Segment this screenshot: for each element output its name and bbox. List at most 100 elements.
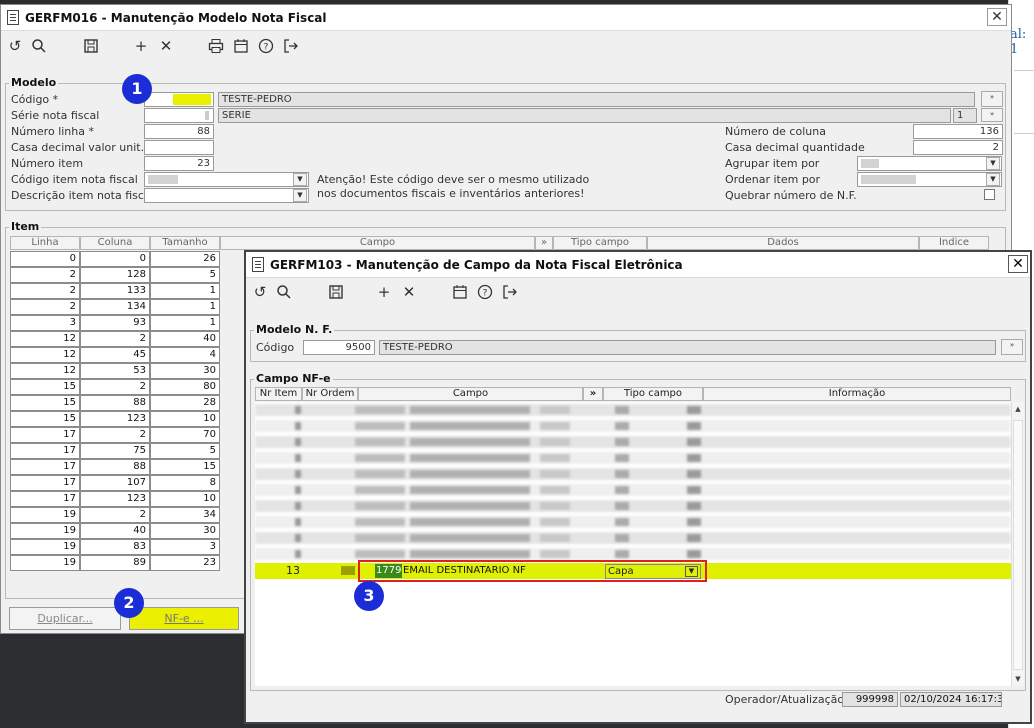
item-cell[interactable]: 3 bbox=[10, 315, 80, 331]
undo-icon[interactable]: ↺ bbox=[5, 36, 25, 56]
numero-linha-input[interactable]: 88 bbox=[144, 124, 214, 139]
item-cell[interactable]: 133 bbox=[80, 283, 150, 299]
selected-tipo-field[interactable]: Capa ▼ bbox=[605, 564, 701, 579]
item-cell[interactable]: 5 bbox=[150, 443, 220, 459]
item-col-dados[interactable]: Dados bbox=[647, 236, 919, 250]
nfe-redacted-row[interactable] bbox=[255, 532, 1011, 544]
nfe-col-nr-item[interactable]: Nr Item bbox=[255, 387, 302, 401]
item-cell[interactable]: 107 bbox=[80, 475, 150, 491]
close-button[interactable]: ✕ bbox=[987, 8, 1007, 26]
item-cell[interactable]: 19 bbox=[10, 523, 80, 539]
item-cell[interactable]: 8 bbox=[150, 475, 220, 491]
item-cell[interactable]: 1 bbox=[150, 299, 220, 315]
serie-input[interactable] bbox=[144, 108, 214, 123]
add-icon[interactable]: + bbox=[374, 282, 394, 302]
item-col-tipo[interactable]: Tipo campo bbox=[553, 236, 647, 250]
item-cell[interactable]: 45 bbox=[80, 347, 150, 363]
item-cell[interactable]: 4 bbox=[150, 347, 220, 363]
item-col-campo[interactable]: Campo bbox=[220, 236, 535, 250]
item-cell[interactable]: 83 bbox=[80, 539, 150, 555]
item-cell[interactable]: 40 bbox=[80, 523, 150, 539]
item-cell[interactable]: 23 bbox=[150, 555, 220, 571]
item-cell[interactable]: 15 bbox=[10, 379, 80, 395]
nfe-redacted-row[interactable] bbox=[255, 452, 1011, 464]
item-col-expand[interactable]: » bbox=[535, 236, 553, 250]
item-cell[interactable]: 2 bbox=[10, 299, 80, 315]
item-cell[interactable]: 1 bbox=[150, 315, 220, 331]
item-cell[interactable]: 17 bbox=[10, 475, 80, 491]
item-cell[interactable]: 53 bbox=[80, 363, 150, 379]
item-cell[interactable]: 30 bbox=[150, 523, 220, 539]
nfe-redacted-row[interactable] bbox=[255, 516, 1011, 528]
save-icon[interactable] bbox=[326, 282, 346, 302]
item-col-indice[interactable]: Índice bbox=[919, 236, 989, 250]
item-cell[interactable]: 15 bbox=[10, 411, 80, 427]
casa-decimal-qtd-input[interactable]: 2 bbox=[913, 140, 1003, 155]
item-cell[interactable]: 12 bbox=[10, 363, 80, 379]
nfe-redacted-row[interactable] bbox=[255, 548, 1011, 560]
descricao-item-select[interactable] bbox=[144, 188, 309, 203]
nfe-redacted-row[interactable] bbox=[255, 436, 1011, 448]
item-cell[interactable]: 17 bbox=[10, 491, 80, 507]
agrupar-select[interactable] bbox=[857, 156, 1002, 171]
item-cell[interactable]: 70 bbox=[150, 427, 220, 443]
item-cell[interactable]: 89 bbox=[80, 555, 150, 571]
item-cell[interactable]: 30 bbox=[150, 363, 220, 379]
item-cell[interactable]: 3 bbox=[150, 539, 220, 555]
item-cell[interactable]: 2 bbox=[80, 379, 150, 395]
calendar-icon[interactable] bbox=[450, 282, 470, 302]
item-cell[interactable]: 134 bbox=[80, 299, 150, 315]
item-col-tamanho[interactable]: Tamanho bbox=[150, 236, 220, 250]
item-cell[interactable]: 2 bbox=[10, 267, 80, 283]
nfe-button[interactable]: NF-e ... bbox=[129, 607, 239, 630]
item-cell[interactable]: 10 bbox=[150, 411, 220, 427]
item-cell[interactable]: 123 bbox=[80, 491, 150, 507]
numero-item-input[interactable]: 23 bbox=[144, 156, 214, 171]
chevron-down-icon[interactable]: ▼ bbox=[685, 566, 698, 577]
item-cell[interactable]: 15 bbox=[10, 395, 80, 411]
chevron-down-icon[interactable]: ▼ bbox=[986, 157, 1000, 170]
nf-codigo-input[interactable]: 9500 bbox=[303, 340, 375, 355]
item-cell[interactable]: 10 bbox=[150, 491, 220, 507]
item-cell[interactable]: 2 bbox=[80, 427, 150, 443]
item-cell[interactable]: 0 bbox=[10, 251, 80, 267]
item-cell[interactable]: 5 bbox=[150, 267, 220, 283]
chevron-down-icon[interactable]: ▼ bbox=[293, 173, 307, 186]
delete-icon[interactable]: ✕ bbox=[156, 36, 176, 56]
codigo-item-select[interactable] bbox=[144, 172, 309, 187]
ordenar-select[interactable] bbox=[857, 172, 1002, 187]
item-cell[interactable]: 34 bbox=[150, 507, 220, 523]
duplicar-button[interactable]: Duplicar... bbox=[9, 607, 121, 630]
item-cell[interactable]: 1 bbox=[150, 283, 220, 299]
nfe-col-informacao[interactable]: Informação bbox=[703, 387, 1011, 401]
casa-decimal-valor-input[interactable] bbox=[144, 140, 214, 155]
nfe-redacted-row[interactable] bbox=[255, 420, 1011, 432]
item-col-linha[interactable]: Linha bbox=[10, 236, 80, 250]
item-cell[interactable]: 19 bbox=[10, 507, 80, 523]
nfe-redacted-row[interactable] bbox=[255, 500, 1011, 512]
item-cell[interactable]: 26 bbox=[150, 251, 220, 267]
item-cell[interactable]: 17 bbox=[10, 427, 80, 443]
item-cell[interactable]: 0 bbox=[80, 251, 150, 267]
item-cell[interactable]: 12 bbox=[10, 347, 80, 363]
help-icon[interactable]: ? bbox=[475, 282, 495, 302]
nfe-scrollbar[interactable]: ▲ ▼ bbox=[1011, 402, 1024, 686]
close-button[interactable]: ✕ bbox=[1008, 255, 1028, 273]
nfe-col-campo[interactable]: Campo bbox=[358, 387, 583, 401]
item-cell[interactable]: 88 bbox=[80, 459, 150, 475]
item-cell[interactable]: 15 bbox=[150, 459, 220, 475]
calendar-icon[interactable] bbox=[231, 36, 251, 56]
undo-icon[interactable]: ↺ bbox=[250, 282, 270, 302]
exit-icon[interactable] bbox=[500, 282, 520, 302]
item-cell[interactable]: 19 bbox=[10, 555, 80, 571]
save-icon[interactable] bbox=[81, 36, 101, 56]
nfe-col-expand[interactable]: » bbox=[583, 387, 603, 401]
exit-icon[interactable] bbox=[281, 36, 301, 56]
chevron-down-icon[interactable]: ▼ bbox=[293, 189, 307, 202]
item-cell[interactable]: 12 bbox=[10, 331, 80, 347]
quebrar-checkbox[interactable] bbox=[984, 189, 995, 200]
item-cell[interactable]: 40 bbox=[150, 331, 220, 347]
item-cell[interactable]: 80 bbox=[150, 379, 220, 395]
nfe-col-tipo[interactable]: Tipo campo bbox=[603, 387, 703, 401]
item-cell[interactable]: 2 bbox=[80, 331, 150, 347]
